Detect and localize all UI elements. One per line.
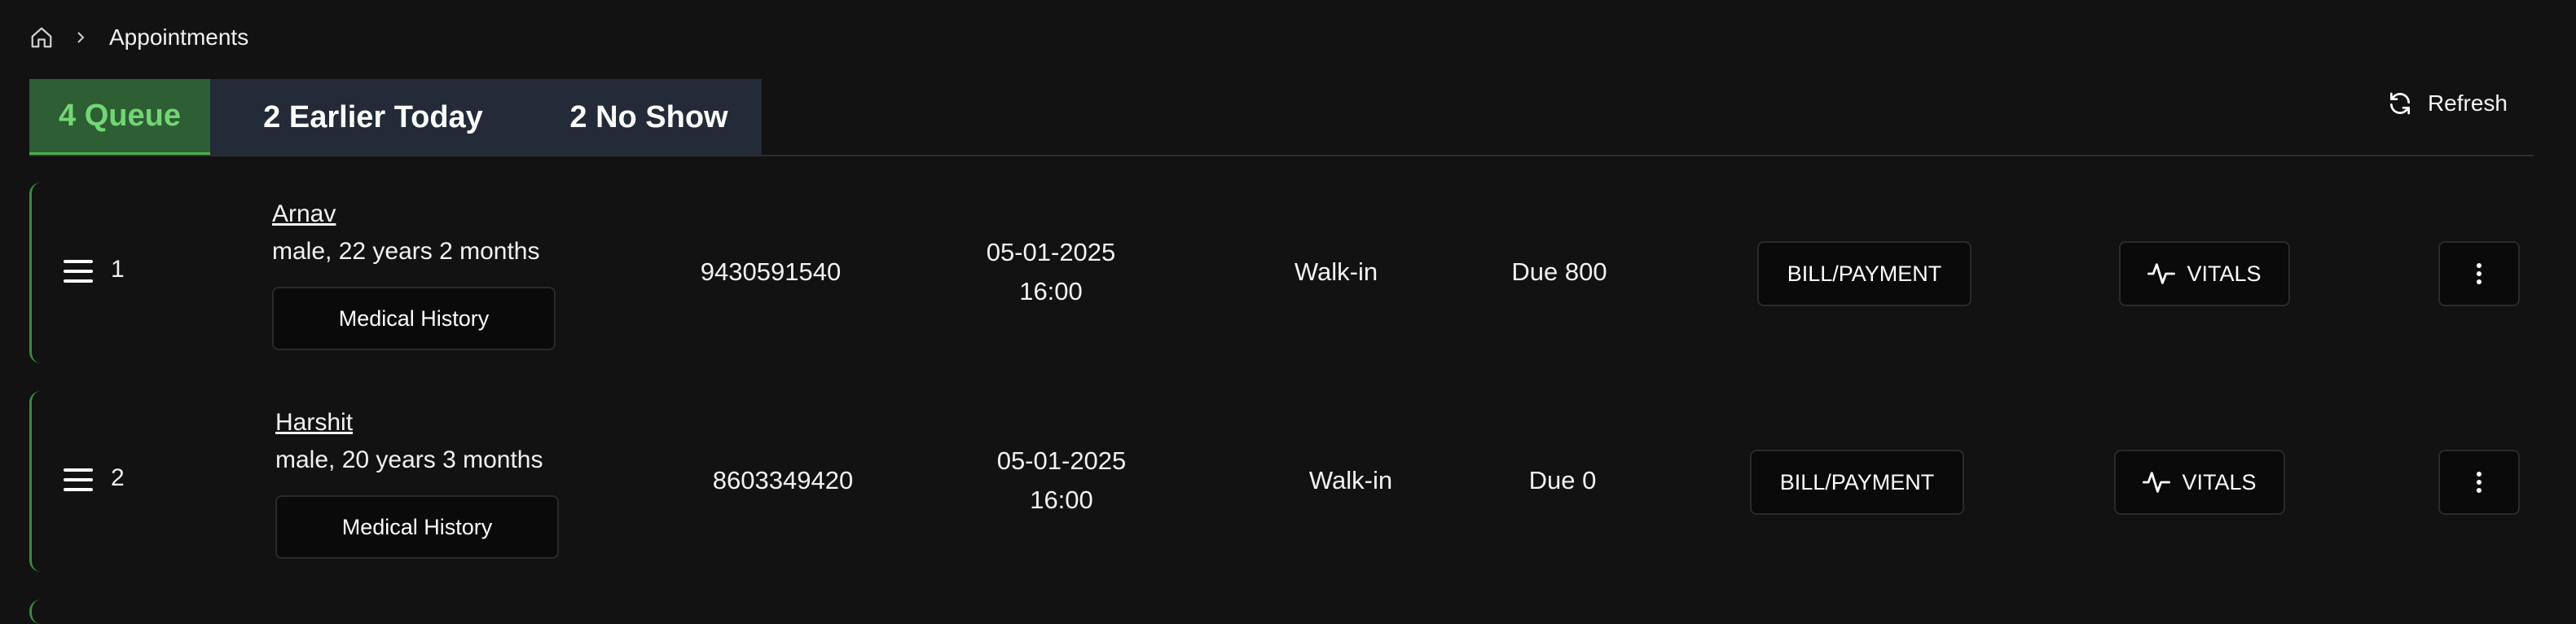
drag-handle-icon[interactable] xyxy=(64,468,93,494)
medical-history-button[interactable]: Medical History xyxy=(275,495,559,559)
queue-number: 1 xyxy=(111,256,125,283)
refresh-button[interactable]: Refresh xyxy=(2387,86,2508,121)
phone-number: 8603349420 xyxy=(712,466,854,494)
queue-number: 2 xyxy=(111,464,125,491)
refresh-icon xyxy=(2387,90,2413,116)
row-accent xyxy=(29,600,41,624)
refresh-label: Refresh xyxy=(2427,90,2508,116)
appointment-type: Walk-in xyxy=(1294,257,1378,286)
appointment-tabs: 4 Queue 2 Earlier Today 2 No Show xyxy=(29,79,762,156)
row-accent xyxy=(29,391,41,572)
vitals-button[interactable]: VITALS xyxy=(2119,241,2290,306)
activity-icon xyxy=(2143,470,2171,494)
tab-queue[interactable]: 4 Queue xyxy=(29,79,210,156)
bill-payment-button[interactable]: BILL/PAYMENT xyxy=(1750,450,1964,515)
home-icon[interactable] xyxy=(29,25,54,50)
tab-divider xyxy=(29,155,2534,156)
table-row: 2 Harshit male, 20 years 3 months Medica… xyxy=(29,391,2534,572)
appointment-time: 16:00 xyxy=(1030,486,1093,514)
patient-details: male, 20 years 3 months xyxy=(275,446,543,473)
breadcrumb-current: Appointments xyxy=(109,24,249,50)
tab-no-show[interactable]: 2 No Show xyxy=(536,79,762,156)
table-row xyxy=(29,600,2534,624)
patient-name-link[interactable]: Arnav xyxy=(272,200,336,228)
due-amount: Due 800 xyxy=(1511,257,1607,286)
tab-earlier-today[interactable]: 2 Earlier Today xyxy=(210,79,536,156)
row-accent xyxy=(29,182,41,363)
vitals-label: VITALS xyxy=(2187,261,2262,286)
patient-name-link[interactable]: Harshit xyxy=(275,409,353,437)
phone-number: 9430591540 xyxy=(700,257,842,286)
chevron-right-icon xyxy=(75,29,86,46)
vitals-button[interactable]: VITALS xyxy=(2114,450,2285,515)
more-options-icon[interactable] xyxy=(2438,241,2520,306)
vitals-label: VITALS xyxy=(2182,469,2257,494)
activity-icon xyxy=(2147,261,2176,286)
breadcrumb: Appointments xyxy=(29,21,248,54)
more-options-icon[interactable] xyxy=(2438,450,2520,515)
appointment-date: 05-01-2025 xyxy=(996,446,1127,475)
patient-details: male, 22 years 2 months xyxy=(272,238,540,265)
medical-history-button[interactable]: Medical History xyxy=(272,287,556,350)
bill-payment-button[interactable]: BILL/PAYMENT xyxy=(1757,241,1972,306)
appointment-date: 05-01-2025 xyxy=(986,238,1116,266)
appointment-time: 16:00 xyxy=(1019,277,1083,305)
table-row: 1 Arnav male, 22 years 2 months Medical … xyxy=(29,182,2534,363)
due-amount: Due 0 xyxy=(1528,466,1597,494)
drag-handle-icon[interactable] xyxy=(64,260,93,286)
appointment-type: Walk-in xyxy=(1308,466,1393,494)
